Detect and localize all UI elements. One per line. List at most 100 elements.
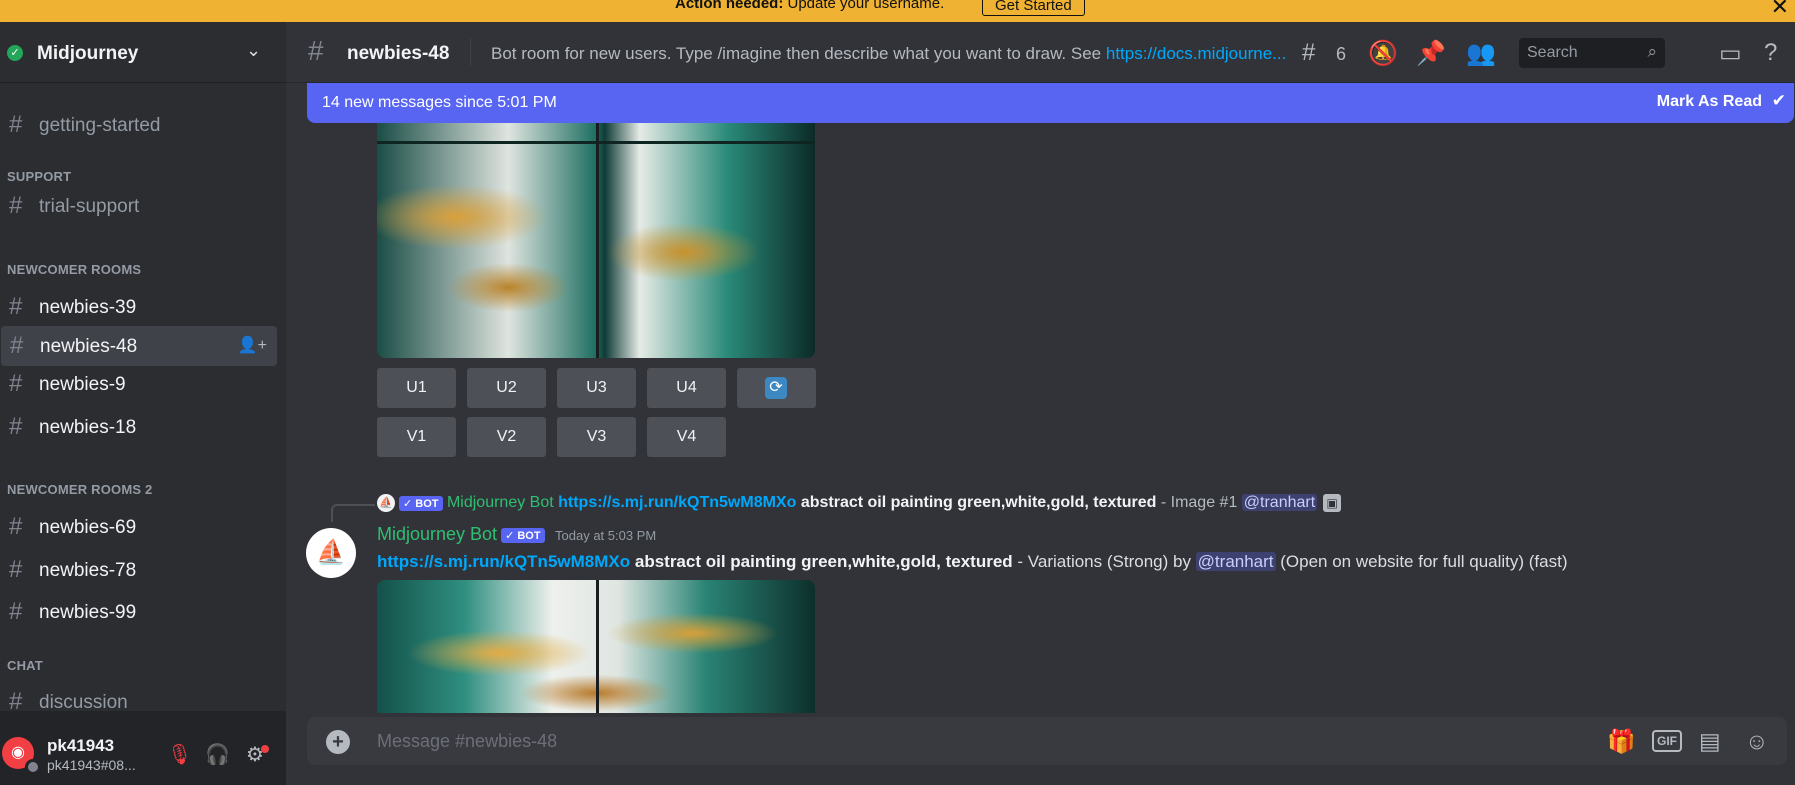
message-tail: (Open on website for full quality) (fast… (1275, 552, 1568, 571)
message-body: https://s.mj.run/kQTn5wM8MXo abstract oi… (377, 552, 1568, 572)
sticker-icon[interactable]: ▤ (1699, 728, 1721, 755)
channel-label: newbies-48 (40, 336, 138, 357)
channel-label: newbies-78 (39, 560, 137, 581)
mic-muted-icon[interactable]: 🎙 (167, 742, 192, 767)
message-mention[interactable]: @tranhart (1195, 552, 1276, 571)
channel-label: newbies-18 (39, 417, 137, 438)
mark-read-icon: ✔ (1771, 91, 1786, 110)
reroll-button[interactable]: ⟳ (737, 368, 816, 408)
divider (470, 38, 471, 66)
channel-topic[interactable]: Bot room for new users. Type /imagine th… (491, 44, 1286, 64)
user-tag: pk41943#08... (47, 757, 136, 773)
channel-getting-started[interactable]: # getting-started (0, 105, 276, 145)
username[interactable]: pk41943 (47, 736, 114, 756)
reply-connector (331, 504, 375, 522)
message-header: Midjourney Bot ✓ BOT Today at 5:03 PM (377, 524, 656, 545)
variation-button-1[interactable]: V1 (377, 417, 456, 457)
image-grid[interactable] (377, 580, 815, 713)
reply-suffix: - Image #1 (1156, 494, 1242, 512)
locked-hash-icon: # (9, 370, 23, 397)
channel-newbies-78[interactable]: # newbies-78 (0, 550, 276, 590)
upscale-button-3[interactable]: U3 (557, 368, 636, 408)
gif-button[interactable]: GIF (1652, 730, 1682, 752)
server-name: Midjourney (37, 43, 139, 64)
locked-hash-icon: # (9, 556, 23, 583)
category-newcomer-rooms[interactable]: NEWCOMER ROOMS (7, 262, 141, 277)
variation-button-4[interactable]: V4 (647, 417, 726, 457)
message-composer: + Message #newbies-48 🎁 GIF ▤ ☺ (307, 717, 1787, 765)
channel-newbies-48[interactable]: # newbies-48 👤+ (1, 326, 277, 366)
locked-hash-icon: # (9, 598, 23, 625)
notification-dot (261, 745, 269, 753)
locked-hash-icon: # (9, 293, 23, 320)
refresh-icon: ⟳ (765, 377, 787, 399)
image-icon: ▣ (1323, 494, 1342, 512)
message-author[interactable]: Midjourney Bot (377, 524, 497, 544)
banner-text: Action needed: Update your username. (675, 0, 945, 12)
channel-sidebar: ✓ Midjourney ⌄ # getting-started SUPPORT… (0, 22, 286, 785)
pin-icon[interactable]: 📌 (1416, 39, 1446, 68)
mute-bell-icon[interactable]: 🔕 (1368, 39, 1398, 68)
hash-icon: # (9, 192, 23, 219)
search-placeholder: Search (1527, 44, 1578, 61)
search-icon: ⌕ (1647, 42, 1657, 61)
locked-hash-icon: # (9, 413, 23, 440)
headphones-icon[interactable]: 🎧 (205, 742, 230, 767)
bot-avatar[interactable]: ⛵ (306, 528, 356, 578)
channel-trial-support[interactable]: # trial-support (0, 186, 276, 226)
channel-newbies-18[interactable]: # newbies-18 (0, 407, 276, 447)
add-attachment-icon[interactable]: + (326, 730, 350, 754)
channel-label: newbies-39 (39, 297, 137, 318)
add-user-icon[interactable]: 👤+ (238, 335, 267, 355)
threads-icon[interactable]: # (1302, 39, 1315, 67)
channel-newbies-9[interactable]: # newbies-9 (0, 364, 276, 404)
channel-label: newbies-9 (39, 374, 126, 395)
new-messages-text: 14 new messages since 5:01 PM (322, 94, 557, 111)
emoji-icon[interactable]: ☺ (1745, 728, 1768, 755)
variation-button-3[interactable]: V3 (557, 417, 636, 457)
topic-link[interactable]: https://docs.midjourne... (1106, 44, 1286, 63)
upscale-button-1[interactable]: U1 (377, 368, 456, 408)
category-chat[interactable]: CHAT (7, 658, 43, 673)
image-grid[interactable] (377, 123, 815, 358)
message-timestamp: Today at 5:03 PM (555, 528, 657, 543)
variation-button-2[interactable]: V2 (467, 417, 546, 457)
channel-newbies-69[interactable]: # newbies-69 (0, 507, 276, 547)
upscale-button-4[interactable]: U4 (647, 368, 726, 408)
locked-hash-icon: # (10, 332, 24, 359)
bot-avatar-icon: ⛵ (377, 494, 395, 512)
threads-count: 6 (1336, 44, 1347, 64)
message-link[interactable]: https://s.mj.run/kQTn5wM8MXo (377, 552, 630, 571)
bot-badge: ✓ BOT (501, 528, 545, 544)
message-input[interactable]: Message #newbies-48 (377, 731, 557, 752)
mark-as-read-button[interactable]: Mark As Read (1657, 93, 1762, 111)
reply-reference[interactable]: ⛵ ✓ BOT Midjourney Bot https://s.mj.run/k… (377, 494, 1342, 512)
channel-label: getting-started (39, 115, 161, 136)
message-prompt: abstract oil painting green,white,gold, … (634, 552, 1013, 571)
gift-icon[interactable]: 🎁 (1607, 728, 1636, 755)
upscale-button-2[interactable]: U2 (467, 368, 546, 408)
hash-icon: # (9, 111, 23, 138)
category-newcomer-rooms-2[interactable]: NEWCOMER ROOMS 2 (7, 482, 152, 497)
help-icon[interactable]: ? (1764, 39, 1777, 67)
members-icon[interactable]: 👥 (1466, 39, 1496, 68)
channel-newbies-39[interactable]: # newbies-39 (0, 287, 276, 327)
get-started-button[interactable]: Get Started (982, 0, 1085, 16)
channel-newbies-99[interactable]: # newbies-99 (0, 592, 276, 632)
status-indicator (25, 759, 41, 775)
reply-mention[interactable]: @tranhart (1241, 494, 1318, 512)
server-header[interactable]: ✓ Midjourney ⌄ (0, 22, 286, 83)
reply-author[interactable]: Midjourney Bot (447, 494, 554, 511)
reply-link[interactable]: https://s.mj.run/kQTn5wM8MXo (558, 494, 796, 511)
channel-label: trial-support (39, 196, 140, 217)
close-icon[interactable]: ✕ (1771, 0, 1789, 20)
message-middle: - Variations (Strong) by (1012, 552, 1196, 571)
new-messages-bar[interactable]: 14 new messages since 5:01 PM Mark As Re… (307, 83, 1794, 123)
check-circle-icon: ✓ (7, 45, 23, 61)
category-support[interactable]: SUPPORT (7, 169, 71, 184)
channel-label: newbies-69 (39, 517, 137, 538)
inbox-icon[interactable]: ▭ (1719, 39, 1742, 68)
chevron-down-icon[interactable]: ⌄ (246, 40, 261, 61)
grid-divider (596, 580, 599, 713)
search-input[interactable]: Search ⌕ (1519, 38, 1665, 68)
